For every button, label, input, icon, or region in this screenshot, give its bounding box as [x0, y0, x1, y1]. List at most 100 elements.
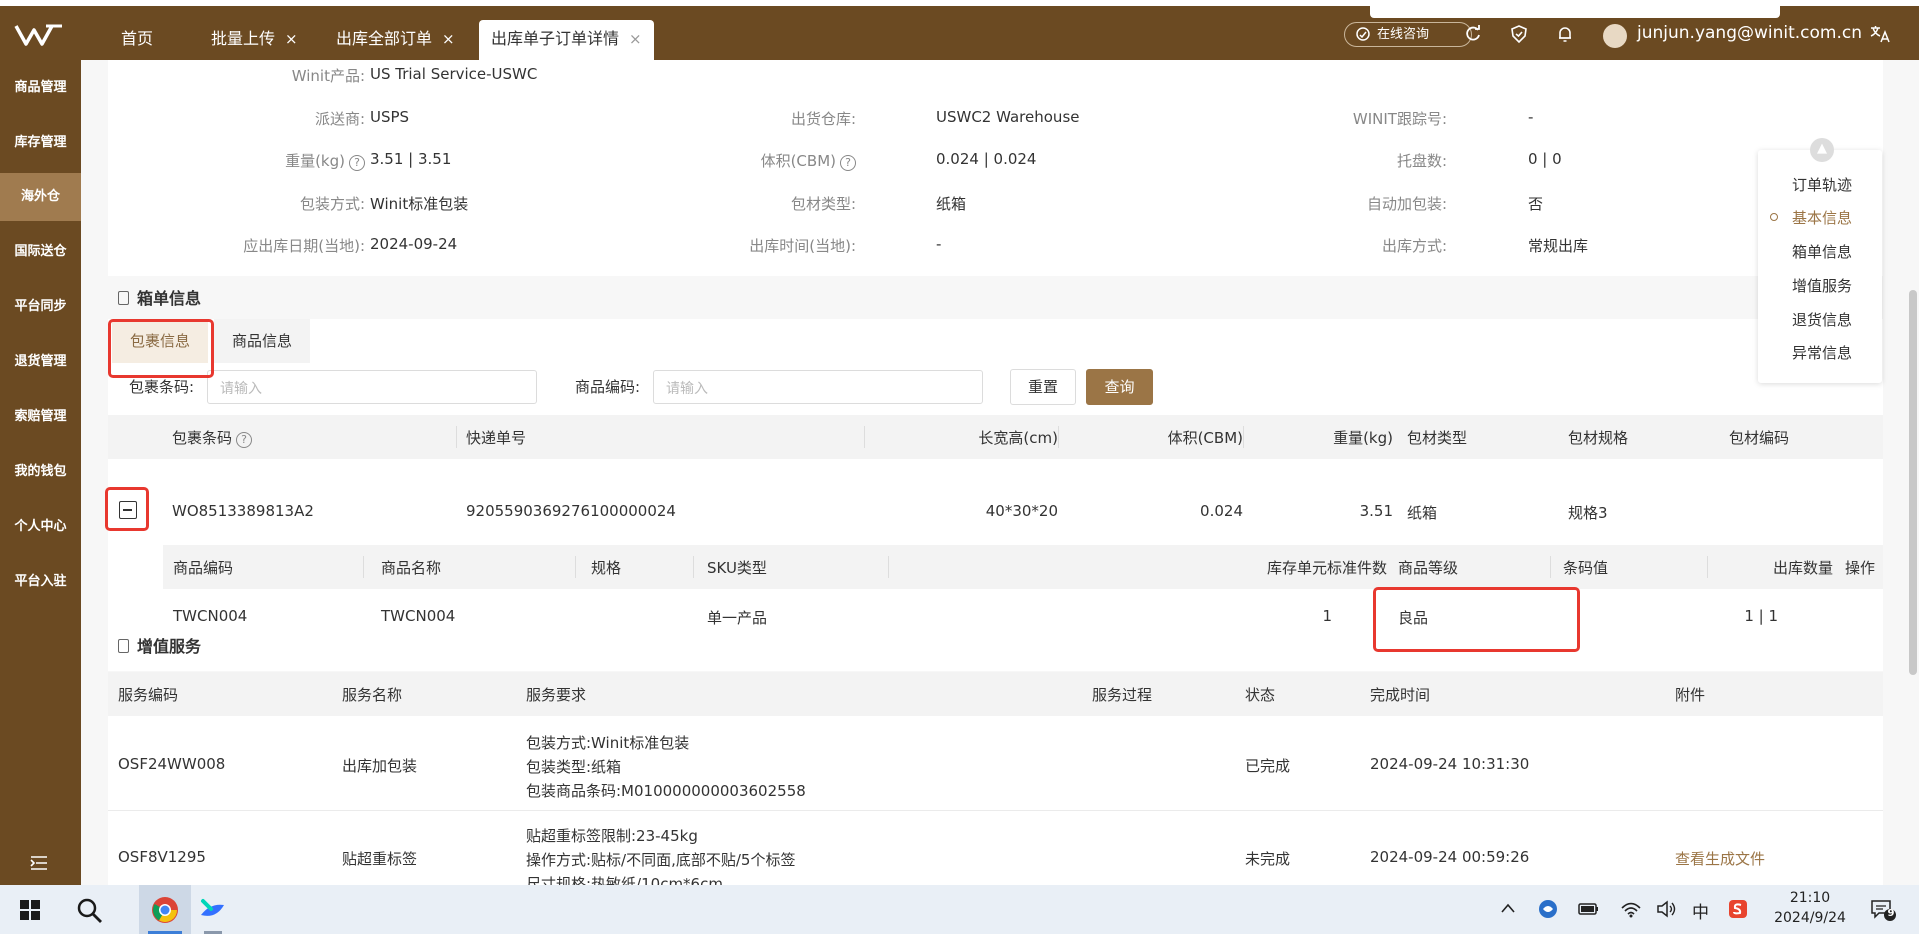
info-value-tracking: -: [1528, 108, 1534, 126]
system-clock[interactable]: 21:10 2024/9/24: [1770, 888, 1850, 928]
user-email[interactable]: junjun.yang@winit.com.cn: [1637, 23, 1862, 43]
th-material-type: 包材类型: [1407, 429, 1468, 447]
sogou-ime-icon[interactable]: [1728, 899, 1748, 919]
winit-logo-icon: [14, 24, 62, 46]
volume-cell: 0.024: [1200, 502, 1243, 520]
windows-start-icon[interactable]: [19, 899, 41, 921]
online-consult-button[interactable]: 在线咨询: [1344, 22, 1472, 47]
info-label: 包装方式:: [299, 195, 365, 213]
anchor-basic-info[interactable]: 基本信息: [1792, 207, 1852, 228]
active-dot-icon: [1770, 213, 1778, 221]
column-divider: [1550, 556, 1551, 578]
sidebar-item-inventory[interactable]: 库存管理: [0, 119, 81, 167]
tab-close-icon[interactable]: ×: [629, 30, 642, 48]
refresh-icon[interactable]: [1463, 24, 1483, 44]
box-info-title: 箱单信息: [118, 285, 201, 309]
battery-icon[interactable]: [1578, 901, 1600, 917]
parcel-table-header: 包裹条码? 快递单号 长宽高(cm) 体积(CBM) 重量(kg) 包材类型 包…: [108, 415, 1883, 459]
shield-icon[interactable]: [1509, 24, 1529, 44]
tab-all-outbound-orders[interactable]: 出库全部订单 ×: [336, 20, 455, 60]
th-service-process: 服务过程: [1092, 686, 1153, 704]
sidebar-item-returns[interactable]: 退货管理: [0, 338, 81, 386]
th-product-name: 商品名称: [381, 559, 442, 577]
column-divider: [888, 556, 889, 578]
product-code-label: 商品编码:: [575, 378, 641, 396]
anchor-order-track[interactable]: 订单轨迹: [1792, 174, 1852, 195]
sidebar-item-overseas-warehouse[interactable]: 海外仓: [0, 173, 81, 221]
sidebar-item-profile[interactable]: 个人中心: [0, 503, 81, 551]
parcel-barcode-input[interactable]: 请输入: [207, 370, 537, 404]
main-content: Winit产品: US Trial Service-USWC 派送商: USPS…: [81, 60, 1919, 885]
column-divider: [575, 556, 576, 578]
th-status: 状态: [1245, 686, 1276, 704]
info-value-outbound-method: 常规出库: [1528, 237, 1589, 255]
ime-indicator[interactable]: 中: [1692, 898, 1709, 923]
tracking-cell: 9205590369276100000024: [466, 502, 676, 520]
anchor-returns[interactable]: 退货信息: [1792, 309, 1852, 330]
vas-title: 增值服务: [118, 633, 201, 657]
query-button[interactable]: 查询: [1086, 369, 1153, 405]
th-weight: 重量(kg): [1333, 429, 1393, 447]
feishu-app-icon[interactable]: [198, 897, 226, 923]
parcel-barcode-cell: WO8513389813A2: [172, 502, 314, 520]
sidebar-item-international-delivery[interactable]: 国际送仓: [0, 228, 81, 276]
th-barcode-value: 条码值: [1563, 559, 1609, 577]
tab-batch-upload[interactable]: 批量上传 ×: [211, 20, 298, 60]
tab-product-info[interactable]: 商品信息: [214, 319, 311, 363]
help-icon[interactable]: ?: [840, 155, 856, 171]
wifi-icon[interactable]: [1620, 900, 1642, 918]
info-label: 自动加包装:: [1366, 195, 1447, 213]
column-divider: [864, 426, 865, 448]
vas-code-cell: OSF24WW008: [118, 755, 226, 773]
vas-status-cell: 未完成: [1245, 850, 1291, 868]
info-label: 派送商:: [314, 110, 365, 128]
tab-close-icon[interactable]: ×: [285, 30, 298, 48]
browser-popup-strip: [1370, 0, 1780, 18]
th-service-name: 服务名称: [342, 686, 403, 704]
vas-status-cell: 已完成: [1245, 757, 1291, 775]
translate-icon[interactable]: [1869, 24, 1891, 44]
product-code-input[interactable]: 请输入: [653, 370, 983, 404]
help-icon[interactable]: ?: [236, 432, 253, 448]
info-label: 出库方式:: [1381, 237, 1447, 255]
anchor-box-info[interactable]: 箱单信息: [1792, 241, 1852, 262]
tab-close-icon[interactable]: ×: [442, 30, 455, 48]
chevron-up-icon[interactable]: [1500, 902, 1516, 914]
info-label: 出库时间(当地):: [749, 237, 856, 255]
sidebar-item-platform-join[interactable]: 平台入驻: [0, 558, 81, 606]
sidebar-item-platform-sync[interactable]: 平台同步: [0, 283, 81, 331]
th-std-units: 库存单元标准件数: [1266, 559, 1387, 577]
info-value-material-type: 纸箱: [936, 195, 967, 213]
info-value-outbound-time: -: [936, 235, 942, 253]
anchor-exceptions[interactable]: 异常信息: [1792, 342, 1852, 363]
anchor-vas[interactable]: 增值服务: [1792, 275, 1852, 296]
chrome-icon[interactable]: [151, 896, 179, 924]
dimensions-cell: 40*30*20: [985, 502, 1058, 520]
material-spec-cell: 规格3: [1568, 504, 1608, 522]
sidebar-item-claims[interactable]: 索赔管理: [0, 393, 81, 441]
reset-button[interactable]: 重置: [1010, 369, 1076, 405]
search-icon[interactable]: [76, 897, 104, 925]
avatar[interactable]: [1603, 24, 1627, 48]
sidebar-item-products[interactable]: 商品管理: [0, 64, 81, 112]
vas-name-cell: 出库加包装: [342, 757, 418, 775]
tab-suborder-detail[interactable]: 出库单子订单详情 ×: [479, 20, 654, 60]
security-tray-icon[interactable]: [1538, 899, 1558, 919]
info-value-warehouse: USWC2 Warehouse: [936, 108, 1080, 126]
help-icon[interactable]: ?: [349, 155, 365, 171]
scrollbar[interactable]: [1909, 290, 1917, 675]
product-code-cell: TWCN004: [173, 607, 248, 625]
collapse-menu-icon[interactable]: [30, 855, 48, 871]
sidebar-item-wallet[interactable]: 我的钱包: [0, 448, 81, 496]
headset-icon: [1356, 27, 1370, 41]
info-value-packing: Winit标准包装: [370, 195, 469, 213]
th-product-code: 商品编码: [173, 559, 234, 577]
tab-home[interactable]: 首页: [121, 20, 153, 60]
sku-type-cell: 单一产品: [707, 609, 768, 627]
item-table-header: 商品编码 商品名称 规格 SKU类型 库存单元标准件数 商品等级 条码值 出库数…: [163, 545, 1883, 589]
view-generated-file-link[interactable]: 查看生成文件: [1675, 848, 1765, 869]
volume-icon[interactable]: [1656, 900, 1678, 918]
outbound-qty-cell: 1 | 1: [1744, 607, 1778, 625]
bell-icon[interactable]: [1555, 24, 1575, 44]
chevron-up-icon[interactable]: ▲: [1810, 138, 1834, 162]
